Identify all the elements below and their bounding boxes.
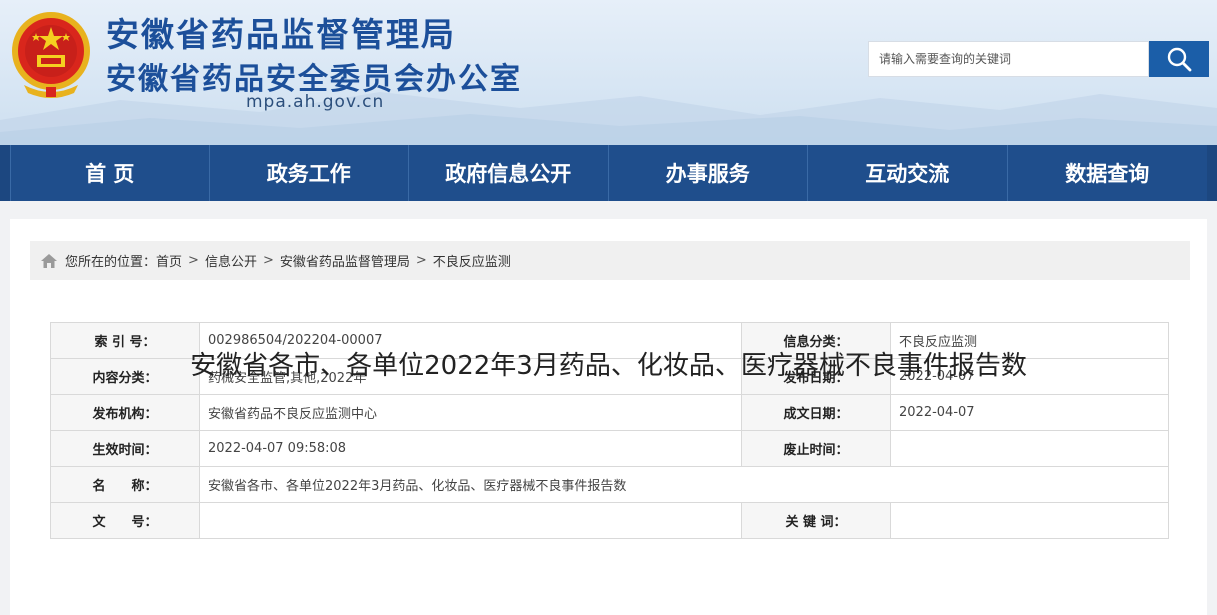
expiry-time-label: 废止时间： — [741, 430, 891, 467]
nav-item-info-disclosure[interactable]: 政府信息公开 — [409, 145, 609, 201]
site-domain: mpa.ah.gov.cn — [246, 92, 385, 112]
effective-time-value: 2022-04-07 09:58:08 — [199, 430, 742, 467]
breadcrumb-bureau[interactable]: 安徽省药品监督管理局 — [280, 251, 410, 270]
breadcrumb-separator: > — [262, 253, 274, 268]
name-value: 安徽省各市、各单位2022年3月药品、化妆品、医疗器械不良事件报告数 — [199, 466, 1169, 503]
nav-edge-left — [0, 145, 10, 201]
keywords-value — [890, 502, 1169, 539]
breadcrumb-adr-monitoring[interactable]: 不良反应监测 — [433, 251, 511, 270]
nav-item-data-query[interactable]: 数据查询 — [1008, 145, 1208, 201]
document-date-value: 2022-04-07 — [890, 394, 1169, 431]
content-panel: 您所在的位置： 首页 > 信息公开 > 安徽省药品监督管理局 > 不良反应监测 … — [10, 219, 1207, 615]
document-number-label: 文 号： — [50, 502, 200, 539]
site-header: 安徽省药品监督管理局 安徽省药品安全委员会办公室 mpa.ah.gov.cn — [0, 0, 1217, 145]
nav-item-services[interactable]: 办事服务 — [609, 145, 808, 201]
nav-item-interaction[interactable]: 互动交流 — [808, 145, 1008, 201]
breadcrumb-separator: > — [415, 253, 427, 268]
nav-item-home[interactable]: 首 页 — [10, 145, 210, 201]
search-button[interactable] — [1149, 41, 1209, 77]
expiry-time-value — [890, 430, 1169, 467]
breadcrumb-prefix: 您所在的位置： — [65, 255, 157, 270]
table-row: 发布机构： 安徽省药品不良反应监测中心 成文日期： 2022-04-07 — [50, 394, 1169, 431]
nav-edge-right — [1207, 145, 1217, 201]
document-date-label: 成文日期： — [741, 394, 891, 431]
table-row: 名 称： 安徽省各市、各单位2022年3月药品、化妆品、医疗器械不良事件报告数 — [50, 466, 1169, 503]
name-label: 名 称： — [50, 466, 200, 503]
table-row: 文 号： 关 键 词： — [50, 502, 1169, 539]
site-title-primary: 安徽省药品监督管理局 — [106, 15, 456, 54]
breadcrumb-separator: > — [188, 253, 199, 268]
home-icon — [40, 253, 58, 269]
search-input[interactable] — [869, 42, 1148, 76]
publisher-label: 发布机构： — [50, 394, 200, 431]
search-field — [868, 41, 1149, 77]
effective-time-label: 生效时间： — [50, 430, 200, 467]
article-title: 安徽省各市、各单位2022年3月药品、化妆品、医疗器械不良事件报告数 — [190, 351, 1027, 381]
document-number-value — [199, 502, 742, 539]
publisher-value: 安徽省药品不良反应监测中心 — [199, 394, 742, 431]
keywords-label: 关 键 词： — [741, 502, 891, 539]
nav-item-government-work[interactable]: 政务工作 — [210, 145, 409, 201]
table-row: 生效时间： 2022-04-07 09:58:08 废止时间： — [50, 430, 1169, 467]
national-emblem-icon — [10, 9, 92, 99]
main-nav: 首 页 政务工作 政府信息公开 办事服务 互动交流 数据查询 — [0, 145, 1217, 201]
search-icon — [1167, 47, 1192, 72]
breadcrumb: 您所在的位置： 首页 > 信息公开 > 安徽省药品监督管理局 > 不良反应监测 — [30, 241, 1190, 280]
breadcrumb-info-disclosure[interactable]: 信息公开 — [205, 251, 257, 270]
breadcrumb-home[interactable]: 首页 — [156, 251, 182, 270]
